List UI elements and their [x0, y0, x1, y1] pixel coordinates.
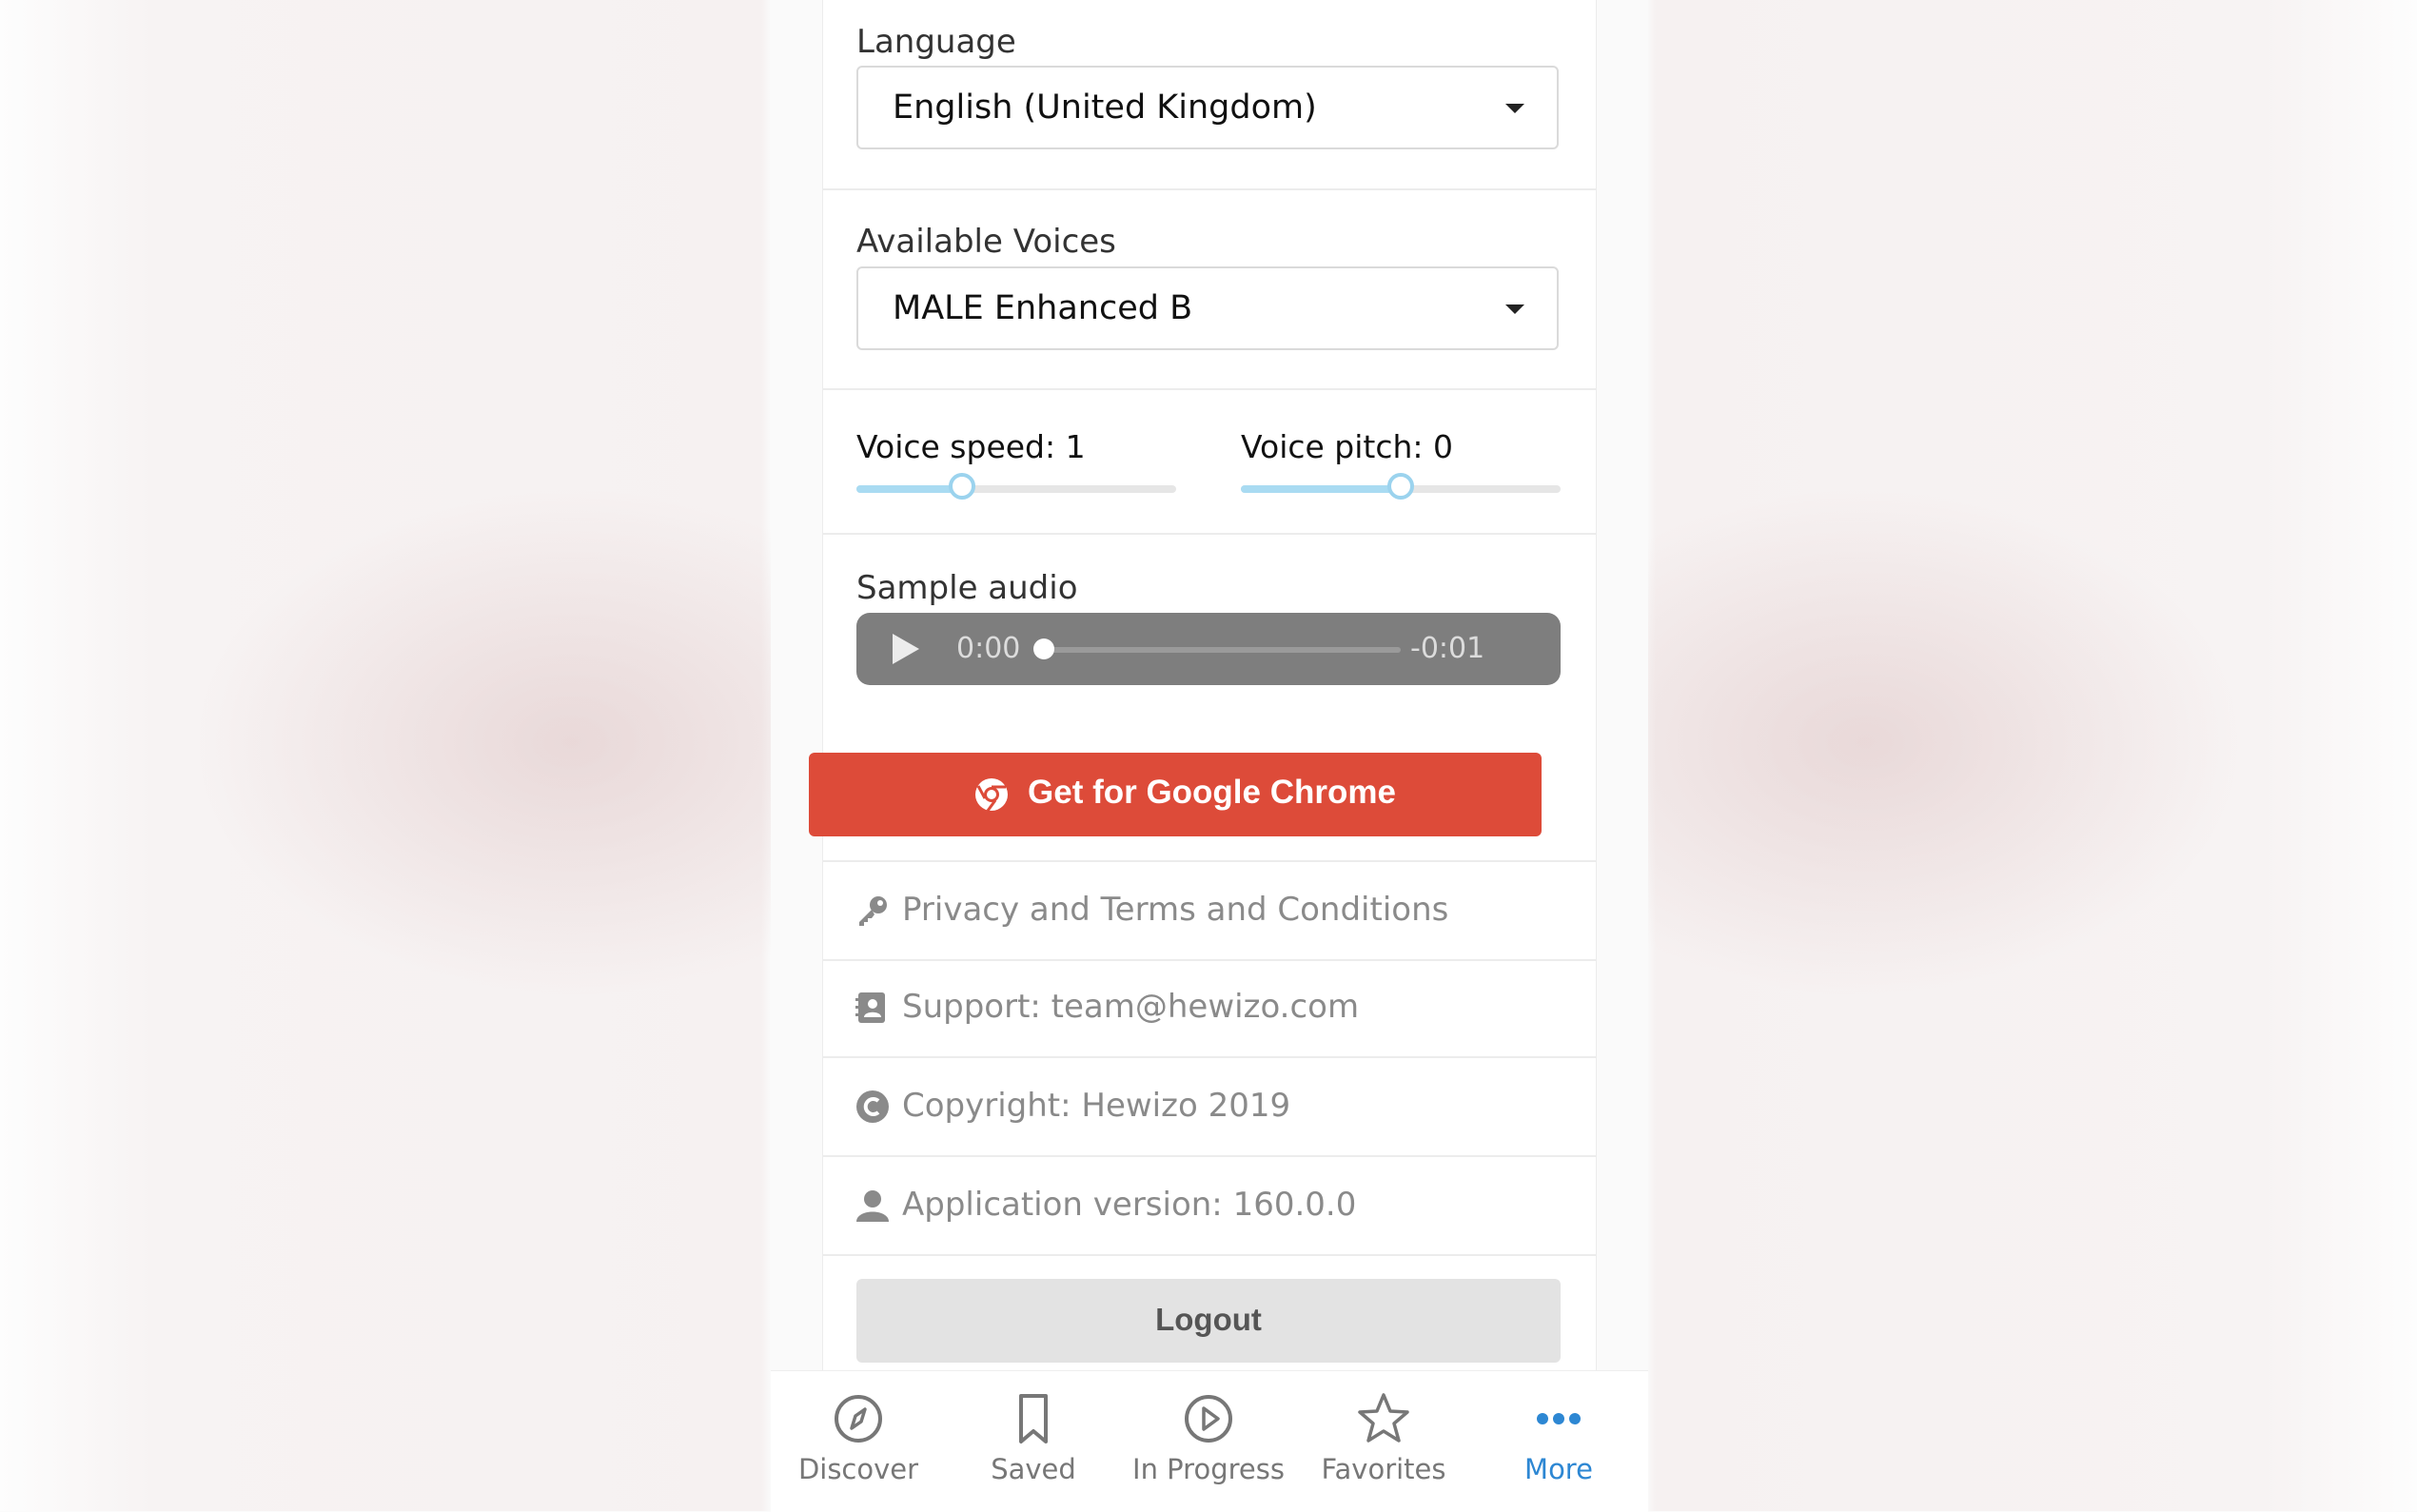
tab-discover-label: Discover [797, 1453, 919, 1485]
chevron-down-icon [1505, 304, 1524, 314]
language-select[interactable]: English (United Kingdom) [856, 66, 1559, 149]
language-section: Language English (United Kingdom) [823, 0, 1596, 190]
support-email[interactable]: Support: team@hewizo.com [902, 988, 1359, 1026]
audio-current-time: 0:00 [956, 632, 1021, 665]
logout-button[interactable]: Logout [856, 1279, 1561, 1363]
voice-speed-thumb[interactable] [948, 473, 975, 500]
language-label: Language [856, 23, 1016, 61]
voices-value: MALE Enhanced B [893, 289, 1193, 327]
privacy-row[interactable]: Privacy and Terms and Conditions [823, 860, 1596, 961]
play-icon[interactable] [893, 634, 919, 664]
play-circle-icon [1180, 1390, 1237, 1447]
language-value: English (United Kingdom) [893, 88, 1317, 127]
tab-favorites-label: Favorites [1321, 1453, 1446, 1485]
tab-discover[interactable]: Discover [771, 1371, 946, 1512]
copyright-row: Copyright: Hewizo 2019 [823, 1058, 1596, 1157]
voice-pitch-label: Voice pitch: 0 [1241, 428, 1454, 465]
key-icon [855, 893, 890, 932]
tab-favorites[interactable]: Favorites [1296, 1371, 1471, 1512]
user-icon [855, 1188, 890, 1227]
tab-more[interactable]: More [1471, 1371, 1646, 1512]
compass-icon [830, 1390, 887, 1447]
contact-icon [855, 991, 888, 1029]
version-row: Application version: 160.0.0 [823, 1157, 1596, 1256]
support-row[interactable]: Support: team@hewizo.com [823, 959, 1596, 1058]
copyright-text: Copyright: Hewizo 2019 [902, 1087, 1291, 1125]
bottom-tab-bar: Discover Saved In Progress Favorites Mor… [771, 1370, 1648, 1512]
star-icon [1355, 1390, 1412, 1447]
audio-player: 0:00 -0:01 [856, 613, 1561, 685]
logout-label: Logout [1155, 1302, 1262, 1337]
voice-pitch-thumb[interactable] [1387, 473, 1414, 500]
tab-in-progress-label: In Progress [1132, 1453, 1285, 1485]
bookmark-icon [1005, 1390, 1062, 1447]
audio-remaining-time: -0:01 [1410, 632, 1485, 665]
voices-label: Available Voices [856, 223, 1116, 261]
audio-scrubber[interactable] [1041, 647, 1401, 653]
audio-scrubber-knob[interactable] [1033, 638, 1054, 659]
voice-sliders-section: Voice speed: 1 Voice pitch: 0 [823, 390, 1596, 535]
voice-speed-slider[interactable] [856, 473, 1176, 500]
chrome-icon [973, 776, 1010, 816]
voices-select[interactable]: MALE Enhanced B [856, 266, 1559, 350]
voice-pitch-fill [1241, 485, 1401, 493]
voices-section: Available Voices MALE Enhanced B [823, 190, 1596, 390]
chrome-button-label: Get for Google Chrome [1028, 774, 1396, 811]
app-screen: Language English (United Kingdom) Availa… [771, 0, 1648, 1512]
voice-speed-label: Voice speed: 1 [856, 428, 1086, 465]
more-icon [1530, 1390, 1587, 1447]
privacy-link[interactable]: Privacy and Terms and Conditions [902, 891, 1448, 929]
tab-saved[interactable]: Saved [946, 1371, 1121, 1512]
settings-card: Language English (United Kingdom) Availa… [822, 0, 1597, 1370]
voice-speed-fill [856, 485, 962, 493]
copyright-icon [855, 1090, 890, 1128]
tab-more-label: More [1524, 1453, 1593, 1485]
tab-saved-label: Saved [991, 1453, 1076, 1485]
tab-in-progress[interactable]: In Progress [1121, 1371, 1296, 1512]
voice-pitch-slider[interactable] [1241, 473, 1561, 500]
app-version: Application version: 160.0.0 [902, 1186, 1357, 1224]
get-for-chrome-button[interactable]: Get for Google Chrome [809, 753, 1542, 836]
chevron-down-icon [1505, 104, 1524, 113]
sample-audio-label: Sample audio [856, 569, 1078, 607]
